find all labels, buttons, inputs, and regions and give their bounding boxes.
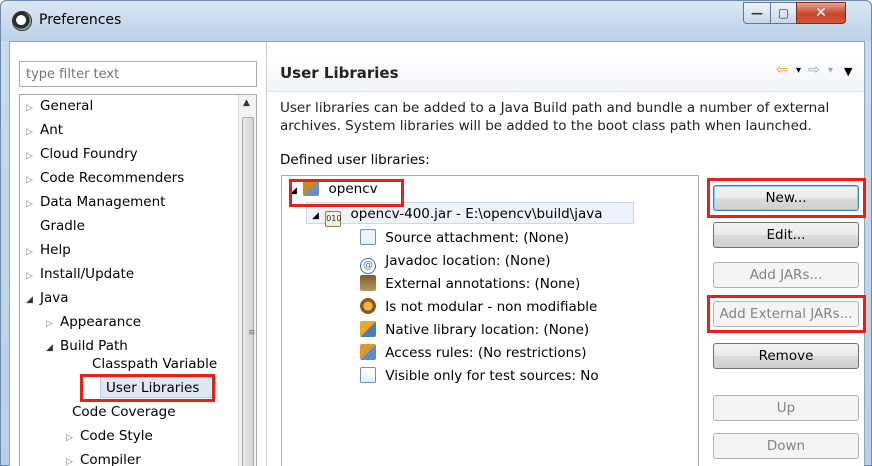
preferences-window: Preferences — ▢ ✕ ▷General ▷Ant ▷Cloud F… bbox=[0, 0, 872, 466]
page-title: User Libraries bbox=[280, 64, 399, 82]
nav-item-install-update[interactable]: ▷ Install/Update bbox=[26, 263, 134, 285]
nav-label: Data Management bbox=[40, 194, 166, 210]
attribute-label: External annotations: (None) bbox=[385, 276, 581, 292]
module-icon bbox=[360, 298, 376, 314]
nav-item-code-recommenders[interactable]: ▷ Code Recommenders bbox=[26, 167, 184, 189]
nav-scrollbar[interactable]: ▲ ≡ bbox=[238, 95, 256, 466]
expand-icon[interactable]: ▷ bbox=[26, 97, 40, 119]
view-menu-icon[interactable]: ▼ bbox=[844, 65, 852, 78]
back-arrow-icon[interactable]: ⇦ bbox=[776, 62, 788, 78]
javadoc-icon: @ bbox=[360, 258, 376, 274]
nav-item-compiler[interactable]: ▷ Compiler bbox=[66, 449, 141, 466]
new-button-callout bbox=[707, 178, 866, 218]
annotations-icon bbox=[360, 275, 376, 291]
pane-divider[interactable] bbox=[266, 42, 267, 466]
test-sources-icon bbox=[360, 367, 376, 383]
user-libraries-tree[interactable]: ◢ opencv ◢ 010 opencv-400.jar - E:\openc… bbox=[281, 175, 699, 466]
expand-icon[interactable]: ▷ bbox=[46, 313, 60, 335]
preference-nav-tree: ▷ General ▷ Ant ▷ Cloud Foundry ▷ Code Recom… bbox=[19, 94, 257, 466]
attribute-row[interactable]: Is not modular - non modifiable bbox=[360, 296, 597, 318]
nav-item-ant[interactable]: ▷ Ant bbox=[26, 119, 63, 141]
nav-label: Compiler bbox=[80, 452, 141, 466]
native-library-icon bbox=[360, 321, 376, 337]
collapse-icon[interactable]: ◢ bbox=[312, 211, 319, 221]
nav-item-help[interactable]: ▷ Help bbox=[26, 239, 71, 261]
forward-arrow-icon[interactable]: ⇨ bbox=[808, 62, 820, 78]
nav-item-general[interactable]: ▷ General bbox=[26, 95, 93, 117]
nav-item-classpath-variable[interactable]: Classpath Variable bbox=[92, 353, 217, 375]
nav-label: Code Coverage bbox=[72, 404, 176, 420]
expand-icon[interactable]: ▷ bbox=[66, 427, 80, 449]
close-button[interactable]: ✕ bbox=[796, 2, 846, 24]
back-dropdown-icon[interactable]: ▾ bbox=[796, 65, 801, 76]
attribute-row[interactable]: External annotations: (None) bbox=[360, 273, 580, 295]
collapse-icon[interactable]: ◢ bbox=[26, 289, 40, 311]
expand-icon[interactable]: ▷ bbox=[26, 265, 40, 287]
attribute-label: Javadoc location: (None) bbox=[385, 253, 551, 269]
attribute-label: Visible only for test sources: No bbox=[385, 368, 599, 384]
nav-label: Gradle bbox=[40, 218, 85, 234]
nav-item-code-coverage[interactable]: Code Coverage bbox=[72, 401, 176, 423]
nav-label: Classpath Variable bbox=[92, 356, 218, 372]
attribute-row[interactable]: @ Javadoc location: (None) bbox=[360, 250, 551, 274]
defined-libraries-label: Defined user libraries: bbox=[280, 152, 430, 168]
nav-label: Build Path bbox=[60, 338, 128, 354]
expand-icon[interactable]: ▷ bbox=[26, 193, 40, 215]
grip-icon: ≡ bbox=[248, 328, 255, 338]
expand-icon[interactable]: ▷ bbox=[26, 169, 40, 191]
access-rules-icon bbox=[360, 344, 376, 360]
add-jars-button[interactable]: Add JARs... bbox=[713, 262, 859, 288]
nav-label: Ant bbox=[40, 122, 64, 138]
nav-label: Code Style bbox=[80, 428, 153, 444]
eclipse-app-icon bbox=[12, 11, 32, 31]
nav-item-cloud-foundry[interactable]: ▷ Cloud Foundry bbox=[26, 143, 138, 165]
source-attachment-icon bbox=[360, 229, 376, 245]
attribute-row[interactable]: Native library location: (None) bbox=[360, 319, 589, 341]
nav-label: General bbox=[40, 98, 94, 114]
collapse-icon[interactable]: ◢ bbox=[46, 337, 60, 359]
attribute-label: Is not modular - non modifiable bbox=[385, 299, 598, 315]
up-button[interactable]: Up bbox=[713, 395, 859, 421]
attribute-row[interactable]: Visible only for test sources: No bbox=[360, 365, 599, 387]
nav-item-data-management[interactable]: ▷ Data Management bbox=[26, 191, 165, 213]
page-header: User Libraries ⇦ ▾ ⇨ ▾ ▼ bbox=[268, 54, 864, 92]
nav-label: Appearance bbox=[60, 314, 142, 330]
attribute-row[interactable]: Source attachment: (None) bbox=[360, 227, 569, 249]
nav-label: Java bbox=[40, 290, 69, 306]
down-button[interactable]: Down bbox=[713, 433, 859, 459]
nav-item-gradle[interactable]: Gradle bbox=[26, 215, 85, 237]
nav-label: Install/Update bbox=[40, 266, 135, 282]
minimize-button[interactable]: — bbox=[743, 2, 771, 24]
nav-label: Help bbox=[40, 242, 71, 258]
add-external-jars-callout bbox=[707, 295, 866, 333]
nav-item-appearance[interactable]: ▷ Appearance bbox=[46, 311, 141, 333]
expand-icon[interactable]: ▷ bbox=[26, 241, 40, 263]
window-title: Preferences bbox=[39, 12, 122, 28]
expand-icon[interactable]: ▷ bbox=[66, 451, 80, 466]
preferences-client: ▷General ▷Ant ▷Cloud Foundry ▷Code Recom… bbox=[9, 41, 866, 466]
edit-button[interactable]: Edit... bbox=[713, 222, 859, 248]
expand-icon[interactable]: ▷ bbox=[26, 121, 40, 143]
scroll-up-arrow-icon[interactable]: ▲ bbox=[243, 98, 250, 108]
expand-icon[interactable]: ▷ bbox=[26, 145, 40, 167]
attribute-label: Access rules: (No restrictions) bbox=[385, 345, 587, 361]
remove-button[interactable]: Remove bbox=[713, 343, 859, 369]
user-libraries-callout bbox=[80, 374, 215, 402]
nav-label: Code Recommenders bbox=[40, 170, 185, 186]
nav-scroll-thumb[interactable]: ≡ bbox=[242, 117, 255, 466]
maximize-button[interactable]: ▢ bbox=[770, 2, 797, 24]
nav-item-java[interactable]: ◢ Java bbox=[26, 287, 69, 309]
page-description: User libraries can be added to a Java Bu… bbox=[280, 100, 830, 134]
nav-label: Cloud Foundry bbox=[40, 146, 138, 162]
filter-input[interactable] bbox=[19, 61, 257, 87]
library-callout bbox=[289, 179, 404, 207]
forward-dropdown-icon[interactable]: ▾ bbox=[828, 65, 833, 76]
attribute-row[interactable]: Access rules: (No restrictions) bbox=[360, 342, 587, 364]
jar-name: opencv-400.jar - E:\opencv\build\java bbox=[350, 206, 603, 222]
attribute-label: Source attachment: (None) bbox=[385, 230, 569, 246]
title-bar[interactable]: Preferences — ▢ ✕ bbox=[1, 1, 871, 41]
attribute-label: Native library location: (None) bbox=[385, 322, 590, 338]
jar-icon: 010 bbox=[325, 211, 342, 227]
nav-item-code-style[interactable]: ▷ Code Style bbox=[66, 425, 153, 447]
